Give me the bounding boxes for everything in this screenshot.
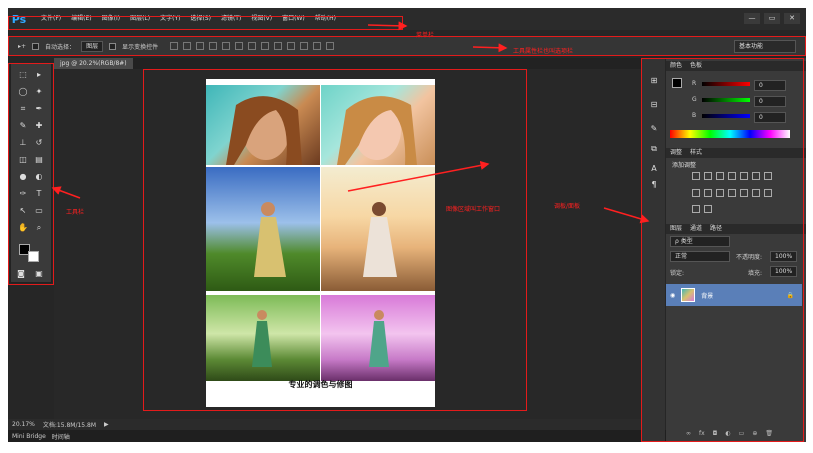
annotation-arrows xyxy=(51,21,650,224)
arrow-menu xyxy=(367,21,408,31)
arrow-options xyxy=(472,43,508,53)
photoshop-window: Ps 文件(F) 编辑(E) 图像(I) 图层(L) 文字(Y) 选择(S) 滤镜(T) 视图… xyxy=(8,8,806,442)
arrow-tools xyxy=(51,186,81,199)
arrow-canvas xyxy=(347,161,490,192)
arrow-panels xyxy=(603,207,650,224)
